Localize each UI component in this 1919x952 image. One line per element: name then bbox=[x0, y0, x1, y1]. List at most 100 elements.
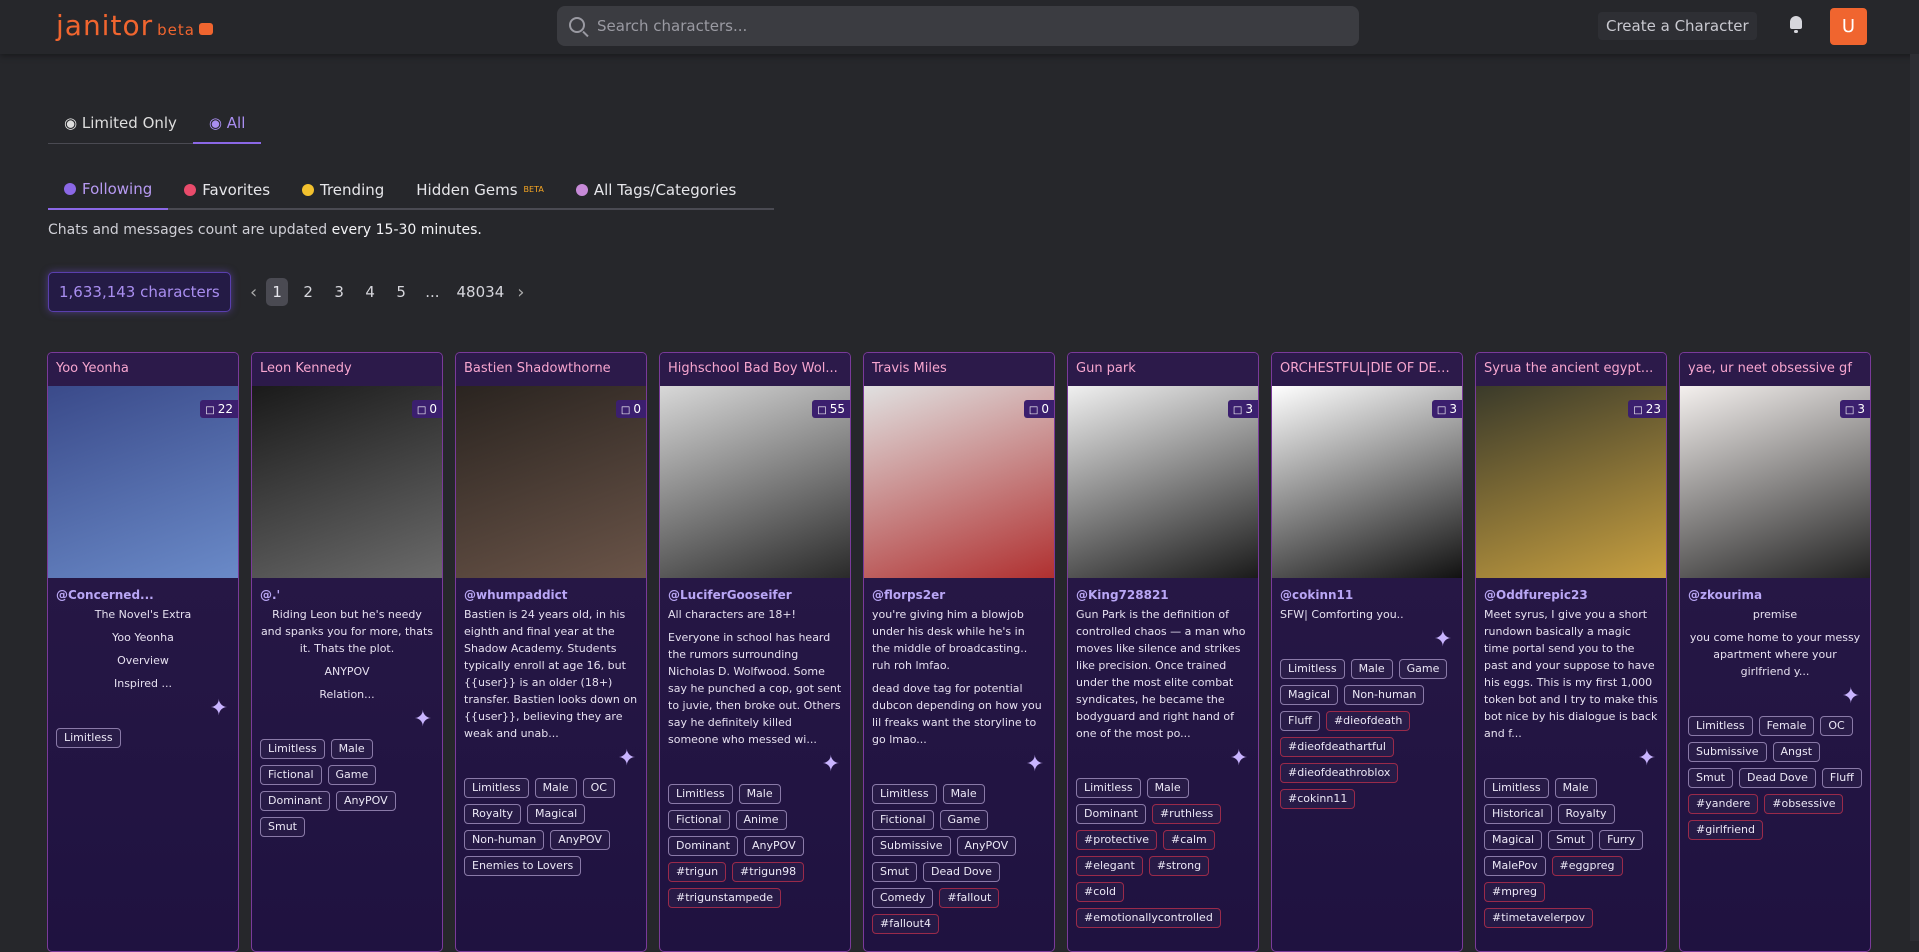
tag-chip[interactable]: Magical bbox=[1484, 830, 1543, 850]
tag-chip[interactable]: #cold bbox=[1076, 882, 1125, 902]
tag-chip[interactable]: Male bbox=[330, 739, 373, 759]
notification-bell-icon[interactable] bbox=[1788, 16, 1804, 34]
search-input[interactable] bbox=[597, 6, 1337, 46]
tag-chip[interactable]: Dominant bbox=[668, 836, 738, 856]
card-creator-link[interactable]: @LuciferGooseifer bbox=[660, 578, 850, 606]
tab-following[interactable]: Following bbox=[48, 170, 169, 210]
tag-chip[interactable]: Male bbox=[738, 784, 781, 804]
page-2[interactable]: 2 bbox=[297, 278, 319, 306]
tag-chip[interactable]: Limitless bbox=[668, 784, 733, 804]
tag-chip[interactable]: Royalty bbox=[1557, 804, 1615, 824]
character-card[interactable]: Bastien Shadowthorne 0 @whumpaddictBastien… bbox=[455, 352, 647, 952]
tag-chip[interactable]: AnyPOV bbox=[956, 836, 1017, 856]
tag-chip[interactable]: #elegant bbox=[1076, 856, 1143, 876]
tag-chip[interactable]: Enemies to Lovers bbox=[464, 856, 582, 876]
tag-chip[interactable]: #strong bbox=[1148, 856, 1210, 876]
tag-chip[interactable]: Male bbox=[942, 784, 985, 804]
tag-chip[interactable]: Magical bbox=[527, 804, 586, 824]
tag-chip[interactable]: AnyPOV bbox=[743, 836, 804, 856]
tag-chip[interactable]: #fallout bbox=[939, 888, 1000, 908]
tab-trending[interactable]: Trending bbox=[286, 170, 400, 210]
card-image[interactable]: 23 bbox=[1476, 386, 1666, 578]
tag-chip[interactable]: #fallout4 bbox=[872, 914, 939, 934]
character-card[interactable]: Highschool Bad Boy Wol... 55 @LuciferGoose… bbox=[659, 352, 851, 952]
tag-chip[interactable]: Male bbox=[534, 778, 577, 798]
page-5[interactable]: 5 bbox=[390, 278, 412, 306]
page-last[interactable]: 48034 bbox=[453, 278, 509, 306]
tag-chip[interactable]: Limitless bbox=[464, 778, 529, 798]
page-1[interactable]: 1 bbox=[266, 278, 289, 306]
tag-chip[interactable]: #yandere bbox=[1688, 794, 1759, 814]
character-card[interactable]: Gun park 3 @King728821Gun Park is the defi… bbox=[1067, 352, 1259, 952]
tag-chip[interactable]: MalePov bbox=[1484, 856, 1546, 876]
card-image[interactable]: 0 bbox=[864, 386, 1054, 578]
tag-chip[interactable]: Historical bbox=[1484, 804, 1552, 824]
page-3[interactable]: 3 bbox=[328, 278, 350, 306]
tag-chip[interactable]: Fictional bbox=[872, 810, 934, 830]
tag-chip[interactable]: #girlfriend bbox=[1688, 820, 1764, 840]
character-card[interactable]: Leon Kennedy 0 @.'Riding Leon but he's nee… bbox=[251, 352, 443, 952]
card-creator-link[interactable]: @florps2er bbox=[864, 578, 1054, 606]
tab-all-tags[interactable]: All Tags/Categories bbox=[560, 170, 752, 210]
tag-chip[interactable]: #timetavelerpov bbox=[1484, 908, 1593, 928]
tag-chip[interactable]: OC bbox=[1820, 716, 1853, 736]
tag-chip[interactable]: Limitless bbox=[872, 784, 937, 804]
tag-chip[interactable]: #dieofdeathroblox bbox=[1280, 763, 1399, 783]
tag-chip[interactable]: Submissive bbox=[872, 836, 951, 856]
character-card[interactable]: Travis Miles 0 @florps2eryou're giving him… bbox=[863, 352, 1055, 952]
next-page-icon[interactable]: › bbox=[517, 282, 524, 303]
create-character-button[interactable]: Create a Character bbox=[1598, 12, 1757, 40]
tag-chip[interactable]: Submissive bbox=[1688, 742, 1767, 762]
tag-chip[interactable]: #trigunstampede bbox=[668, 888, 782, 908]
character-card[interactable]: yae, ur neet obsessive gf 3 @zkourima premi… bbox=[1679, 352, 1871, 952]
card-creator-link[interactable]: @Oddfurepic23 bbox=[1476, 578, 1666, 606]
tag-chip[interactable]: OC bbox=[582, 778, 615, 798]
tag-chip[interactable]: Fictional bbox=[260, 765, 322, 785]
tag-chip[interactable]: Non-human bbox=[1344, 685, 1425, 705]
tag-chip[interactable]: AnyPOV bbox=[550, 830, 610, 850]
user-avatar[interactable]: U bbox=[1830, 8, 1867, 45]
tag-chip[interactable]: #trigun98 bbox=[732, 862, 805, 882]
page-scrollbar[interactable] bbox=[1910, 54, 1919, 941]
tab-favorites[interactable]: Favorites bbox=[168, 170, 286, 210]
limited-only-tab[interactable]: ◉ Limited Only bbox=[48, 104, 193, 144]
tag-chip[interactable]: Limitless bbox=[56, 728, 121, 748]
tag-chip[interactable]: #dieofdeathartful bbox=[1280, 737, 1394, 757]
tag-chip[interactable]: Dead Dove bbox=[1738, 768, 1816, 788]
tag-chip[interactable]: Dominant bbox=[260, 791, 330, 811]
tag-chip[interactable]: #eggpreg bbox=[1551, 856, 1623, 876]
tag-chip[interactable]: Smut bbox=[260, 817, 305, 837]
tag-chip[interactable]: Non-human bbox=[464, 830, 545, 850]
tag-chip[interactable]: Limitless bbox=[1484, 778, 1549, 798]
tag-chip[interactable]: #cokinn11 bbox=[1280, 789, 1356, 809]
tag-chip[interactable]: Furry bbox=[1599, 830, 1644, 850]
tag-chip[interactable]: Anime bbox=[735, 810, 787, 830]
tag-chip[interactable]: Fluff bbox=[1280, 711, 1320, 731]
card-creator-link[interactable]: @whumpaddict bbox=[456, 578, 646, 606]
card-image[interactable]: 55 bbox=[660, 386, 850, 578]
janitor-logo[interactable]: janitor beta bbox=[56, 9, 213, 42]
tag-chip[interactable]: Fictional bbox=[668, 810, 730, 830]
card-creator-link[interactable]: @King728821 bbox=[1068, 578, 1258, 606]
tag-chip[interactable]: #trigun bbox=[668, 862, 727, 882]
card-image[interactable]: 0 bbox=[252, 386, 442, 578]
card-creator-link[interactable]: @zkourima bbox=[1680, 578, 1870, 606]
tag-chip[interactable]: #emotionallycontrolled bbox=[1076, 908, 1221, 928]
card-image[interactable]: 22 bbox=[48, 386, 238, 578]
tag-chip[interactable]: Male bbox=[1350, 659, 1393, 679]
tag-chip[interactable]: Limitless bbox=[1688, 716, 1753, 736]
tag-chip[interactable]: Smut bbox=[1548, 830, 1594, 850]
tag-chip[interactable]: Smut bbox=[872, 862, 917, 882]
card-creator-link[interactable]: @.' bbox=[252, 578, 442, 606]
character-card[interactable]: ORCHESTFUL|DIE OF DEA... 3 @cokinn11 SFW| C… bbox=[1271, 352, 1463, 952]
prev-page-icon[interactable]: ‹ bbox=[250, 282, 257, 303]
tag-chip[interactable]: Royalty bbox=[464, 804, 522, 824]
tag-chip[interactable]: Limitless bbox=[1076, 778, 1141, 798]
tag-chip[interactable]: Angst bbox=[1772, 742, 1821, 762]
card-creator-link[interactable]: @Concerned... bbox=[48, 578, 238, 606]
tag-chip[interactable]: AnyPOV bbox=[335, 791, 396, 811]
card-creator-link[interactable]: @cokinn11 bbox=[1272, 578, 1462, 606]
tag-chip[interactable]: #mpreg bbox=[1484, 882, 1545, 902]
tag-chip[interactable]: Male bbox=[1554, 778, 1597, 798]
tag-chip[interactable]: Game bbox=[1398, 659, 1448, 679]
